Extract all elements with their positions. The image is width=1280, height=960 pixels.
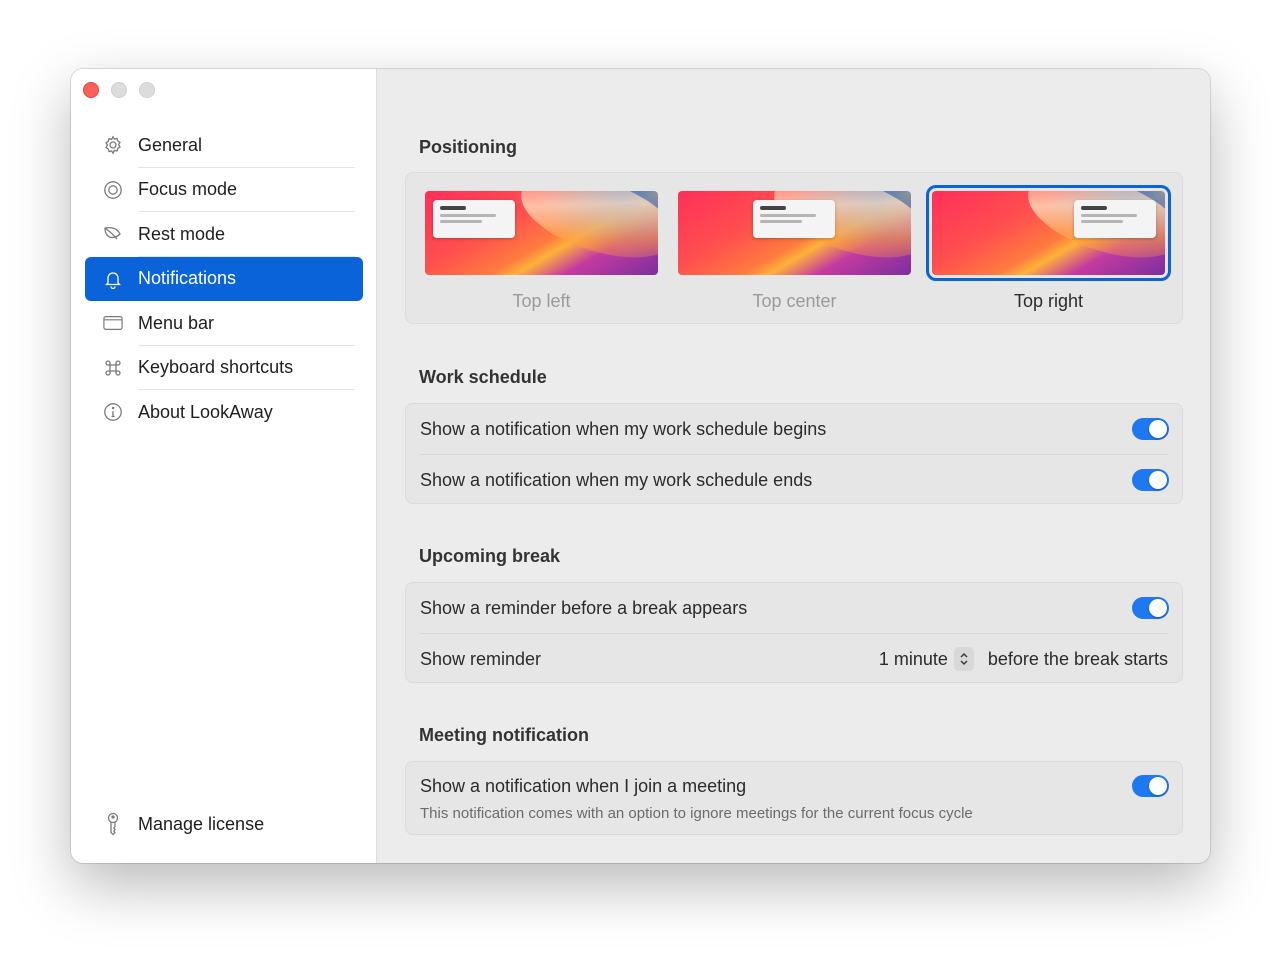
positioning-options: Top left Top center Top right — [405, 172, 1183, 324]
work-schedule-title: Work schedule — [419, 367, 547, 387]
work-schedule-group: Show a notification when my work schedul… — [405, 403, 1183, 504]
position-option-top-left[interactable]: Top left — [425, 191, 658, 312]
position-label: Top center — [752, 291, 837, 311]
sidebar-item-keyboard-shortcuts[interactable]: Keyboard shortcuts — [85, 346, 363, 390]
meeting-title: Meeting notification — [419, 725, 589, 745]
manage-license-button[interactable]: Manage license — [85, 803, 363, 845]
reminder-stepper[interactable] — [953, 647, 974, 671]
positioning-title: Positioning — [419, 137, 517, 157]
wallpaper-preview — [926, 185, 1171, 281]
meeting-description: This notification comes with an option t… — [420, 804, 973, 822]
sidebar-item-label: About LookAway — [138, 401, 273, 422]
sidebar-item-menu-bar[interactable]: Menu bar — [85, 301, 363, 346]
notification-preview-card — [1074, 200, 1156, 238]
sidebar-item-general[interactable]: General — [85, 123, 363, 168]
work-begins-toggle[interactable] — [1132, 418, 1169, 440]
meeting-toggle[interactable] — [1132, 775, 1169, 797]
work-ends-toggle[interactable] — [1132, 469, 1169, 491]
reminder-suffix: before the break starts — [987, 648, 1168, 669]
work-schedule-begins-row: Show a notification when my work schedul… — [406, 404, 1182, 454]
gear-icon — [103, 135, 123, 155]
sidebar-item-focus-mode[interactable]: Focus mode — [85, 168, 363, 212]
position-label: Top left — [512, 291, 571, 311]
sidebar-item-rest-mode[interactable]: Rest mode — [85, 212, 363, 257]
wallpaper-preview — [425, 191, 658, 275]
command-icon — [103, 358, 123, 378]
minimize-window-button[interactable] — [111, 82, 127, 98]
main-content: Positioning Top left Top center Top righ… — [377, 69, 1210, 863]
row-label: Show reminder — [420, 648, 542, 669]
bell-icon — [103, 269, 123, 289]
row-label: Show a notification when I join a meetin… — [420, 775, 747, 796]
meeting-description-row: This notification comes with an option t… — [406, 802, 1182, 824]
work-schedule-ends-row: Show a notification when my work schedul… — [406, 455, 1182, 505]
wallpaper-preview — [678, 191, 911, 275]
target-icon — [103, 180, 123, 200]
upcoming-break-title: Upcoming break — [419, 546, 561, 566]
manage-license-label: Manage license — [138, 813, 265, 834]
sidebar-item-label: Keyboard shortcuts — [138, 357, 294, 378]
close-window-button[interactable] — [83, 82, 99, 98]
menu-bar-icon — [103, 313, 123, 333]
row-label: Show a reminder before a break appears — [420, 597, 748, 618]
info-icon — [103, 402, 123, 422]
notification-preview-card — [753, 200, 835, 238]
sidebar-item-label: Notifications — [138, 268, 237, 289]
reminder-value: 1 minute — [878, 648, 948, 669]
leaf-icon — [103, 224, 123, 244]
upcoming-break-group: Show a reminder before a break appears S… — [405, 582, 1183, 683]
sidebar-item-label: Menu bar — [138, 312, 215, 333]
meeting-group: Show a notification when I join a meetin… — [405, 761, 1183, 835]
position-label: Top right — [1013, 291, 1084, 311]
position-option-top-right[interactable]: Top right — [926, 185, 1171, 312]
row-label: Show a notification when my work schedul… — [420, 469, 813, 490]
reminder-time-row: Show reminder 1 minute before the break … — [406, 634, 1182, 684]
meeting-row: Show a notification when I join a meetin… — [406, 774, 1182, 798]
row-label: Show a notification when my work schedul… — [420, 418, 827, 439]
reminder-time-control: 1 minute before the break starts — [879, 647, 1168, 671]
key-icon — [103, 812, 123, 836]
sidebar-item-about[interactable]: About LookAway — [85, 390, 363, 435]
notification-preview-card — [433, 200, 515, 238]
sidebar-item-label: Focus mode — [138, 179, 238, 200]
chevron-up-down-icon — [960, 652, 968, 666]
settings-window: General Focus mode Rest mode Notificatio… — [71, 69, 1210, 863]
sidebar-item-label: General — [138, 134, 203, 155]
sidebar: General Focus mode Rest mode Notificatio… — [71, 69, 377, 863]
break-reminder-toggle[interactable] — [1132, 597, 1169, 619]
window-controls — [83, 82, 155, 98]
sidebar-nav: General Focus mode Rest mode Notificatio… — [85, 123, 363, 435]
sidebar-item-label: Rest mode — [138, 223, 226, 244]
zoom-window-button[interactable] — [139, 82, 155, 98]
position-option-top-center[interactable]: Top center — [678, 191, 911, 312]
sidebar-item-notifications[interactable]: Notifications — [85, 256, 363, 301]
break-reminder-row: Show a reminder before a break appears — [406, 583, 1182, 633]
